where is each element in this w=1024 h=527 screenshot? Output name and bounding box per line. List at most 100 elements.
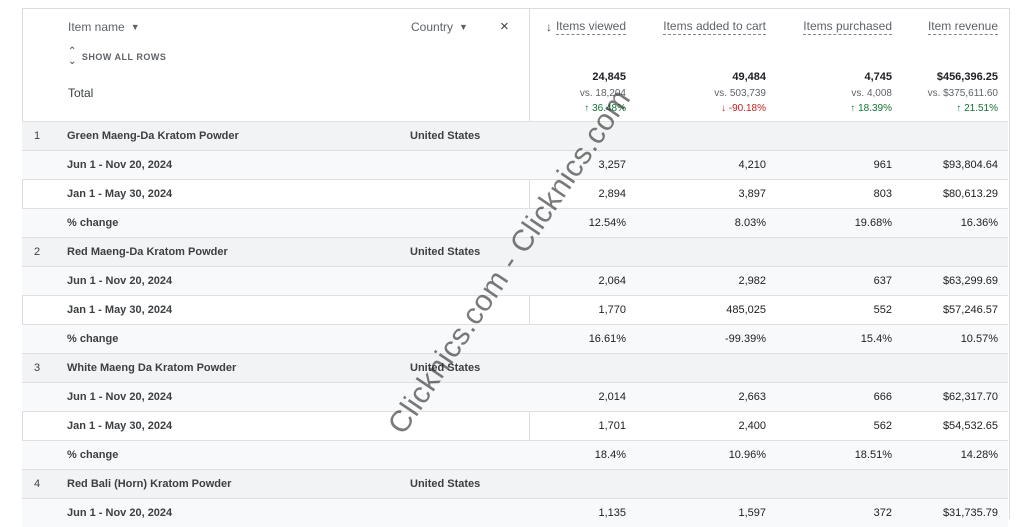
total-change-value: 36.48% [592,103,626,114]
item-revenue-header[interactable]: Item revenue [868,19,998,35]
metric-cell: $93,804.64 [942,159,998,171]
arrow-up-icon: ↑ [584,103,593,114]
data-rows: 1 Green Maeng-Da Kratom Powder United Stat… [22,121,1008,527]
total-change: ↑ 36.48% [496,102,626,116]
caret-down-icon: ▼ [130,22,140,32]
total-metric-1: 49,484 vs. 503,739 ↓ -90.18% [636,70,766,116]
item-row[interactable]: 4 Red Bali (Horn) Kratom Powder United Sta… [22,469,1008,498]
metric-cell: 8.03% [734,217,766,229]
date-range-row: Jun 1 - Nov 20, 2024 1,135 1,597 372 $31,735… [22,498,1008,527]
item-name-dimension-header[interactable]: Item name ▼ [68,20,140,34]
item-country: United States [410,478,481,490]
items-viewed-header[interactable]: ↓ Items viewed [496,19,626,35]
metric-cell: 16.36% [960,217,998,229]
metric-cell: -99.39% [725,333,766,345]
item-country: United States [410,246,481,258]
total-metric-3: $456,396.25 vs. $375,611.60 ↑ 21.51% [868,70,998,116]
total-value: $456,396.25 [936,71,998,83]
total-change-value: 21.51% [964,103,998,114]
item-country: United States [410,362,481,374]
date-range-label: % change [67,333,119,345]
date-range-row: Jan 1 - May 30, 2024 1,701 2,400 562 $54,532… [22,411,1008,440]
total-change-value: -90.18% [728,103,766,114]
percent-change-row: % change 16.61% -99.39% 15.4% 10.57% [22,324,1008,353]
item-revenue-label: Item revenue [927,19,998,35]
date-range-label: Jan 1 - May 30, 2024 [67,188,173,200]
item-name-label: Item name [68,20,125,34]
date-range-label: Jun 1 - Nov 20, 2024 [67,159,173,171]
items-added-to-cart-label: Items added to cart [663,19,766,35]
date-range-label: % change [67,217,119,229]
date-range-label: % change [67,449,119,461]
metric-cell: $63,299.69 [942,275,998,287]
show-all-rows-label: SHOW ALL ROWS [81,52,167,62]
total-value: 49,484 [732,71,766,83]
metric-cell: $54,532.65 [942,420,998,432]
metric-cell: 2,014 [598,391,626,403]
metric-cell: 666 [873,391,892,403]
metric-cell: 18.51% [854,449,892,461]
metric-cell: 562 [873,420,892,432]
metric-cell: 3,897 [738,188,766,200]
metric-cell: 552 [873,304,892,316]
metric-cell: 2,663 [738,391,766,403]
metric-cell: 2,064 [598,275,626,287]
expand-updown-icon: ⌃ ⌄ [68,46,77,67]
row-number: 3 [34,362,41,374]
item-row[interactable]: 3 White Maeng Da Kratom Powder United Stat… [22,353,1008,382]
metric-cell: 3,257 [598,159,626,171]
country-label: Country [411,20,454,34]
date-range-label: Jun 1 - Nov 20, 2024 [67,275,173,287]
item-name: Green Maeng-Da Kratom Powder [67,130,239,142]
metric-cell: 18.4% [594,449,626,461]
caret-down-icon: ▼ [459,22,468,32]
sort-down-arrow-icon: ↓ [545,20,552,34]
metric-cell: 4,210 [738,159,766,171]
country-dimension-header[interactable]: Country ▼ [411,20,468,34]
row-number: 4 [34,478,41,490]
metric-cell: 16.61% [588,333,626,345]
arrow-up-icon: ↑ [850,103,859,114]
metric-cell: 10.96% [728,449,766,461]
percent-change-row: % change 12.54% 8.03% 19.68% 16.36% [22,208,1008,237]
percent-change-row: % change 18.4% 10.96% 18.51% 14.28% [22,440,1008,469]
arrow-up-icon: ↑ [956,103,965,114]
metric-cell: 10.57% [960,333,998,345]
total-metric-0: 24,845 vs. 18,204 ↑ 36.48% [496,70,626,116]
item-row[interactable]: 2 Red Maeng-Da Kratom Powder United States [22,237,1008,266]
metric-cell: 1,701 [598,420,626,432]
metric-cell: 637 [873,275,892,287]
date-range-row: Jan 1 - May 30, 2024 1,770 485,025 552 $57,2… [22,295,1008,324]
row-number: 1 [34,130,41,142]
metric-cell: 961 [873,159,892,171]
metric-cell: 19.68% [854,217,892,229]
metric-cell: $80,613.29 [942,188,998,200]
total-comparison: vs. 18,204 [579,88,626,99]
date-range-row: Jun 1 - Nov 20, 2024 2,064 2,982 637 $63,299… [22,266,1008,295]
date-range-label: Jun 1 - Nov 20, 2024 [67,507,173,519]
show-all-rows-button[interactable]: ⌃ ⌄ SHOW ALL ROWS [68,47,166,67]
metric-cell: 12.54% [588,217,626,229]
total-comparison: vs. $375,611.60 [927,88,998,99]
date-range-row: Jun 1 - Nov 20, 2024 3,257 4,210 961 $93,804… [22,150,1008,179]
item-row[interactable]: 1 Green Maeng-Da Kratom Powder United Stat… [22,121,1008,150]
item-name: Red Maeng-Da Kratom Powder [67,246,228,258]
item-country: United States [410,130,481,142]
date-range-label: Jun 1 - Nov 20, 2024 [67,391,173,403]
total-label: Total [68,86,94,100]
metric-cell: 1,770 [598,304,626,316]
date-range-label: Jan 1 - May 30, 2024 [67,304,173,316]
metric-cell: 2,400 [738,420,766,432]
items-added-to-cart-header[interactable]: Items added to cart [616,19,766,35]
metric-cell: 803 [873,188,892,200]
metric-cell: $62,317.70 [942,391,998,403]
item-name: Red Bali (Horn) Kratom Powder [67,478,232,490]
arrow-down-icon: ↓ [720,103,729,114]
date-range-label: Jan 1 - May 30, 2024 [67,420,173,432]
date-range-row: Jun 1 - Nov 20, 2024 2,014 2,663 666 $62,317… [22,382,1008,411]
metric-cell: $57,246.57 [942,304,998,316]
metric-cell: 1,597 [738,507,766,519]
metric-cell: 14.28% [960,449,998,461]
item-name: White Maeng Da Kratom Powder [67,362,237,374]
metric-cell: 1,135 [598,507,626,519]
